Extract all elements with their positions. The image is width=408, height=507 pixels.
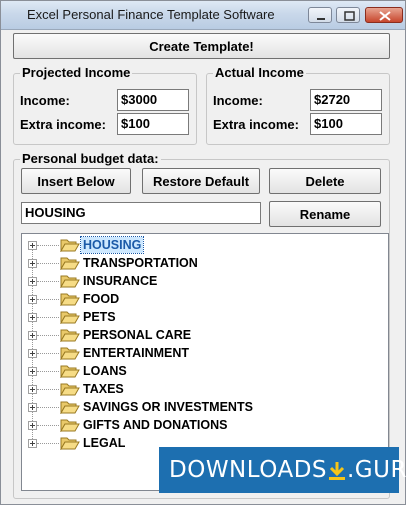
tree-item[interactable]: PETS [22, 308, 322, 326]
rename-button[interactable]: Rename [269, 201, 381, 227]
folder-open-icon [60, 239, 80, 252]
tree-connector [37, 299, 59, 300]
tree-item-label: FOOD [83, 292, 120, 306]
folder-open-icon [60, 311, 80, 324]
tree-item[interactable]: TRANSPORTATION [22, 254, 322, 272]
tree-connector [37, 263, 59, 264]
insert-below-button[interactable]: Insert Below [21, 168, 131, 194]
plus-expander-icon[interactable] [28, 277, 37, 286]
tree-item-label: HOUSING [79, 236, 145, 254]
tree-item[interactable]: GIFTS AND DONATIONS [22, 416, 322, 434]
tree-item[interactable]: PERSONAL CARE [22, 326, 322, 344]
plus-expander-icon[interactable] [28, 295, 37, 304]
tree-item-label: PERSONAL CARE [83, 328, 192, 342]
download-arrow-icon [329, 461, 345, 480]
plus-expander-icon[interactable] [28, 385, 37, 394]
tree-item[interactable]: ENTERTAINMENT [22, 344, 322, 362]
tree-connector [37, 281, 59, 282]
tree-connector [37, 443, 59, 444]
category-name-input[interactable]: HOUSING [21, 202, 261, 224]
folder-open-icon [60, 365, 80, 378]
tree-item-label: LEGAL [83, 436, 126, 450]
plus-expander-icon[interactable] [28, 331, 37, 340]
folder-open-icon [60, 437, 80, 450]
plus-expander-icon[interactable] [28, 367, 37, 376]
app-window: Excel Personal Finance Template Software… [0, 0, 408, 505]
budget-heading: Personal budget data: [20, 151, 161, 166]
folder-open-icon [60, 257, 80, 270]
minimize-button[interactable] [308, 7, 332, 23]
tree-item[interactable]: FOOD [22, 290, 322, 308]
projected-income-field[interactable]: $3000 [117, 89, 189, 111]
actual-extra-income-field[interactable]: $100 [310, 113, 382, 135]
restore-default-button[interactable]: Restore Default [142, 168, 260, 194]
minimize-icon [317, 18, 325, 20]
tree-item[interactable]: INSURANCE [22, 272, 322, 290]
tree-item[interactable]: LOANS [22, 362, 322, 380]
tree-item-label: SAVINGS OR INVESTMENTS [83, 400, 253, 414]
projected-extra-income-field[interactable]: $100 [117, 113, 189, 135]
actual-income-field[interactable]: $2720 [310, 89, 382, 111]
projected-income-label: Income: [20, 93, 70, 108]
plus-expander-icon[interactable] [28, 259, 37, 268]
tree-item-label: ENTERTAINMENT [83, 346, 190, 360]
watermark-suffix: .GURU [347, 457, 408, 483]
folder-open-icon [60, 419, 80, 432]
tree-item[interactable]: TAXES [22, 380, 322, 398]
tree-connector [37, 425, 59, 426]
watermark-text: DOWNLOADS [169, 457, 327, 483]
folder-open-icon [60, 347, 80, 360]
create-template-button[interactable]: Create Template! [13, 33, 390, 59]
plus-expander-icon[interactable] [28, 439, 37, 448]
maximize-button[interactable] [336, 7, 360, 23]
tree-connector [37, 371, 59, 372]
folder-open-icon [60, 329, 80, 342]
delete-button[interactable]: Delete [269, 168, 381, 194]
downloads-guru-watermark: DOWNLOADS .GURU [159, 447, 408, 493]
tree-connector [37, 407, 59, 408]
projected-extra-income-label: Extra income: [20, 117, 106, 132]
plus-expander-icon[interactable] [28, 241, 37, 250]
tree-item-label: INSURANCE [83, 274, 158, 288]
folder-open-icon [60, 383, 80, 396]
tree-connector [37, 317, 59, 318]
tree-item-label: TAXES [83, 382, 124, 396]
title-bar: Excel Personal Finance Template Software [1, 1, 405, 30]
folder-open-icon [60, 275, 80, 288]
tree-connector [37, 245, 59, 246]
tree-item-label: TRANSPORTATION [83, 256, 198, 270]
actual-extra-income-label: Extra income: [213, 117, 299, 132]
plus-expander-icon[interactable] [28, 403, 37, 412]
actual-income-heading: Actual Income [213, 65, 306, 80]
plus-expander-icon[interactable] [28, 349, 37, 358]
actual-income-label: Income: [213, 93, 263, 108]
tree-item[interactable]: HOUSING [22, 236, 322, 254]
tree-connector [37, 389, 59, 390]
folder-open-icon [60, 293, 80, 306]
window-title: Excel Personal Finance Template Software [27, 7, 275, 22]
tree-item[interactable]: SAVINGS OR INVESTMENTS [22, 398, 322, 416]
tree-item-label: PETS [83, 310, 116, 324]
tree-item-label: GIFTS AND DONATIONS [83, 418, 228, 432]
projected-income-heading: Projected Income [20, 65, 133, 80]
tree-connector [37, 353, 59, 354]
plus-expander-icon[interactable] [28, 421, 37, 430]
tree-item-label: LOANS [83, 364, 127, 378]
tree-connector [37, 335, 59, 336]
maximize-icon [344, 11, 355, 21]
close-icon [379, 11, 391, 21]
folder-open-icon [60, 401, 80, 414]
close-button[interactable] [365, 7, 403, 23]
plus-expander-icon[interactable] [28, 313, 37, 322]
